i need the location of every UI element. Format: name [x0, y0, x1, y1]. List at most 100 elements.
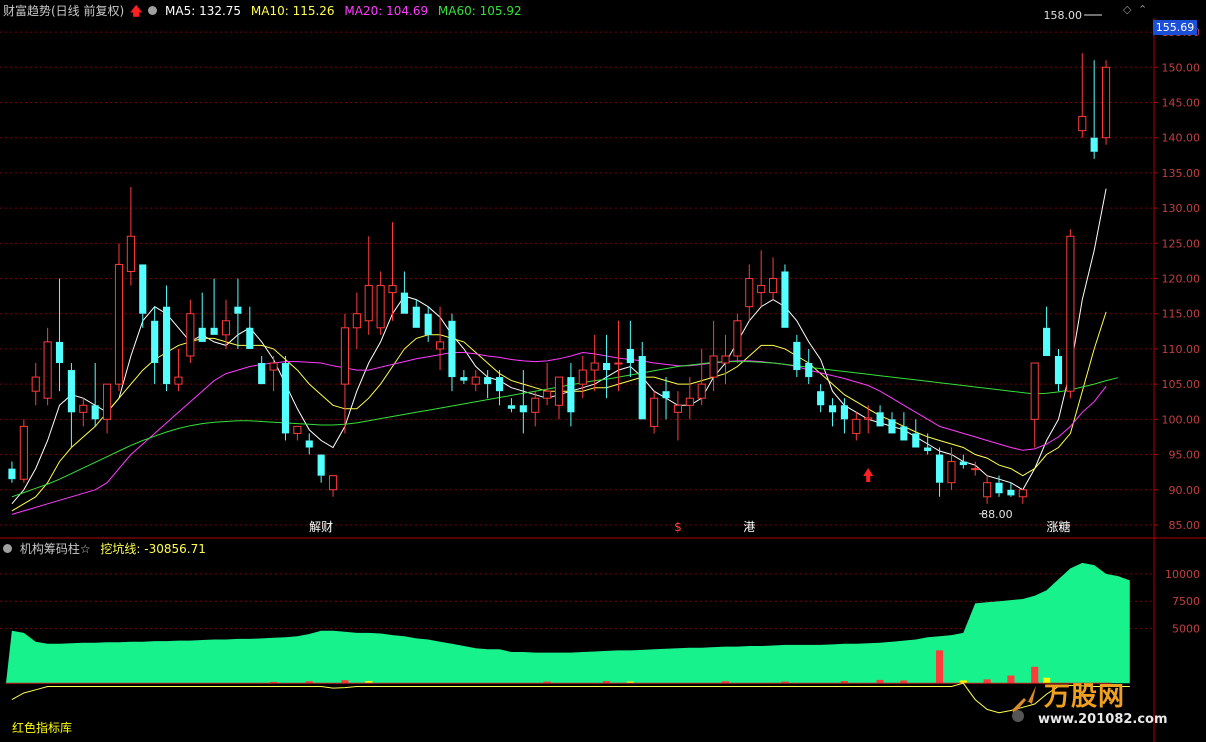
candle	[1066, 229, 1075, 399]
candle-body	[1007, 489, 1015, 496]
chart-title: 财富趋势(日线 前复权)	[3, 4, 125, 18]
candle-body	[900, 426, 908, 441]
ma20-label: MA20: 104.69	[344, 4, 429, 18]
candle	[567, 363, 575, 427]
candle	[1030, 362, 1039, 448]
candle-body	[221, 320, 231, 336]
watermark-name: 万股网	[1044, 682, 1126, 712]
candle	[1054, 348, 1063, 392]
diamond-icon[interactable]: ◇	[1123, 3, 1131, 16]
candle-body	[852, 418, 861, 434]
candle	[1101, 60, 1111, 145]
candle	[1043, 306, 1051, 356]
indicator-area	[6, 562, 1130, 684]
candle-body	[817, 391, 825, 406]
indicator-title: 机构筹码柱☆	[19, 542, 91, 556]
candle	[840, 398, 848, 434]
candle-body	[947, 461, 956, 484]
candle	[673, 391, 682, 441]
candle-body	[888, 419, 896, 434]
candle	[19, 419, 28, 483]
candle-body	[1078, 116, 1087, 132]
buy-arrow-icon	[863, 468, 874, 482]
candle-body	[412, 306, 420, 328]
candle	[79, 398, 88, 427]
candle	[543, 363, 552, 406]
indicator-bar	[935, 650, 944, 684]
price-annotation: 88.00	[981, 508, 1013, 521]
candle	[817, 384, 825, 413]
candle-body	[531, 397, 540, 413]
candle-body	[340, 327, 350, 385]
watermark-logo: 万股网 www.201082.com	[1008, 676, 1178, 732]
candle-body	[733, 320, 742, 357]
candle	[519, 370, 527, 434]
indicator-bar	[983, 679, 991, 684]
candle	[258, 355, 266, 385]
candle	[554, 376, 564, 420]
candle	[697, 348, 706, 406]
watermark-url: www.201082.com	[1038, 712, 1168, 727]
candle-body	[983, 482, 992, 498]
y-tick-label: 90.00	[1169, 484, 1201, 497]
candle-body	[400, 292, 408, 314]
candle-body	[876, 412, 884, 427]
candle-body	[959, 461, 967, 466]
y-tick-label: 85.00	[1169, 519, 1201, 532]
y-tick-label: 105.00	[1162, 378, 1201, 391]
candle-body	[151, 320, 159, 364]
candle	[114, 243, 124, 392]
y-tick-label: 95.00	[1169, 449, 1201, 462]
candle-body	[328, 475, 338, 491]
candle	[1078, 53, 1087, 138]
candle	[460, 370, 468, 385]
candle	[376, 271, 385, 335]
ma5-label: MA5: 132.75	[165, 4, 242, 18]
candle	[305, 433, 313, 455]
candle	[151, 306, 159, 385]
ma10-label: MA10: 115.26	[250, 4, 335, 18]
y-tick-label: 125.00	[1162, 237, 1201, 250]
settings-circle-icon[interactable]	[3, 544, 12, 553]
candle	[864, 405, 873, 434]
candle	[983, 475, 992, 504]
indicator-line	[11, 682, 1130, 714]
candle-body	[436, 341, 445, 350]
candle-body	[67, 370, 75, 413]
candle-body	[174, 376, 183, 385]
up-arrow-icon: 🡅	[130, 4, 143, 18]
candle-body	[995, 482, 1003, 494]
candle	[912, 419, 920, 448]
candle	[293, 425, 302, 441]
candle	[55, 278, 64, 392]
candle-body	[495, 377, 504, 392]
candle	[340, 313, 350, 434]
candle-body	[685, 397, 694, 406]
candle	[103, 383, 112, 434]
candle-body	[924, 447, 932, 452]
candle-body	[8, 468, 16, 480]
settings-circle-icon[interactable]	[148, 6, 158, 15]
candle-body	[793, 341, 801, 371]
candle-body	[269, 362, 278, 371]
candle	[793, 334, 801, 378]
candle-body	[448, 320, 456, 378]
y-tick-label: 110.00	[1162, 343, 1201, 356]
candle	[162, 285, 171, 392]
price-annotation: 158.00	[1044, 9, 1083, 22]
candle	[638, 341, 646, 420]
candle-body	[507, 405, 515, 409]
candle-body	[55, 341, 64, 364]
candle-body	[484, 377, 492, 385]
candle-body	[103, 383, 112, 420]
candle-body	[781, 271, 789, 328]
candle-body	[1043, 327, 1051, 356]
candle	[436, 306, 445, 371]
candle	[828, 398, 837, 427]
candle	[412, 299, 420, 328]
up-icon[interactable]: ⌃	[1138, 3, 1147, 16]
candle-body	[935, 454, 944, 483]
indicator-library-label[interactable]: 红色指标库	[12, 719, 72, 736]
candle-body	[281, 363, 290, 434]
annotations: 158.00 88.00 解财 $ 港 涨糖	[309, 9, 1103, 534]
